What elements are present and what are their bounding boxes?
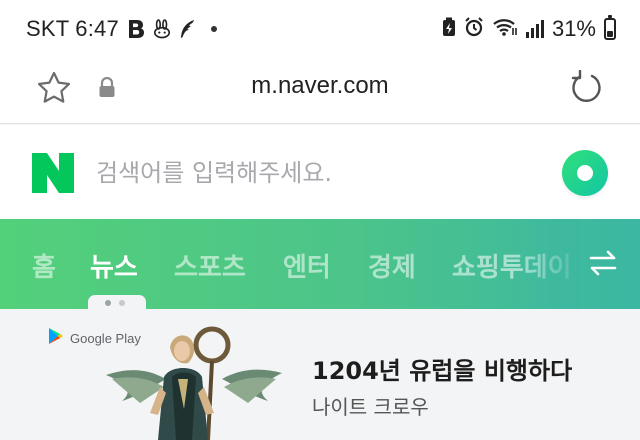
rabbit-app-icon <box>153 19 171 39</box>
tab-fade <box>520 219 580 309</box>
tab-news[interactable]: 뉴스 <box>90 247 138 284</box>
wifi-icon <box>492 17 518 41</box>
battery-fill <box>607 31 613 37</box>
tab-home[interactable]: 홈 <box>32 247 56 284</box>
battery-icon <box>604 15 616 40</box>
active-tab-indicator <box>88 295 146 309</box>
page-dot <box>105 300 111 306</box>
browser-url-bar: m.naver.com <box>0 62 640 124</box>
tab-entertainment[interactable]: 엔터 <box>283 247 331 284</box>
carrier-time: SKT 6:47 <box>26 16 119 41</box>
search-area <box>0 125 640 219</box>
category-tab-bar: 홈 뉴스 스포츠 엔터 경제 쇼핑투데이 <box>0 219 640 309</box>
tab-economy[interactable]: 경제 <box>368 247 416 284</box>
swap-arrows-icon[interactable] <box>588 249 618 277</box>
alarm-icon <box>464 17 484 41</box>
feather-app-icon <box>179 19 197 39</box>
notification-dot-icon <box>210 26 217 32</box>
ad-card[interactable]: Google Play 1204년 유럽을 비행하다 나이트 크로우 <box>0 309 640 440</box>
game-character-image[interactable] <box>100 317 288 440</box>
status-right: 31% <box>442 15 616 42</box>
battery-percent: 31% <box>551 16 596 41</box>
naver-logo[interactable] <box>32 153 74 193</box>
refresh-icon[interactable] <box>568 69 604 106</box>
green-dot-icon[interactable] <box>562 150 608 196</box>
ad-title[interactable]: 1204년 유럽을 비행하다 <box>312 351 572 386</box>
url-text[interactable]: m.naver.com <box>0 72 640 100</box>
page-dot <box>119 300 125 306</box>
google-play-icon <box>48 327 64 349</box>
ad-subtitle[interactable]: 나이트 크로우 <box>312 391 429 420</box>
status-bar: SKT 6:47 31% <box>0 0 640 62</box>
tab-sports[interactable]: 스포츠 <box>174 247 246 284</box>
signal-icon <box>525 20 544 38</box>
battery-saver-icon <box>442 17 456 41</box>
search-input[interactable] <box>96 155 516 191</box>
status-left: SKT 6:47 <box>26 16 217 42</box>
b-app-icon <box>127 19 145 39</box>
